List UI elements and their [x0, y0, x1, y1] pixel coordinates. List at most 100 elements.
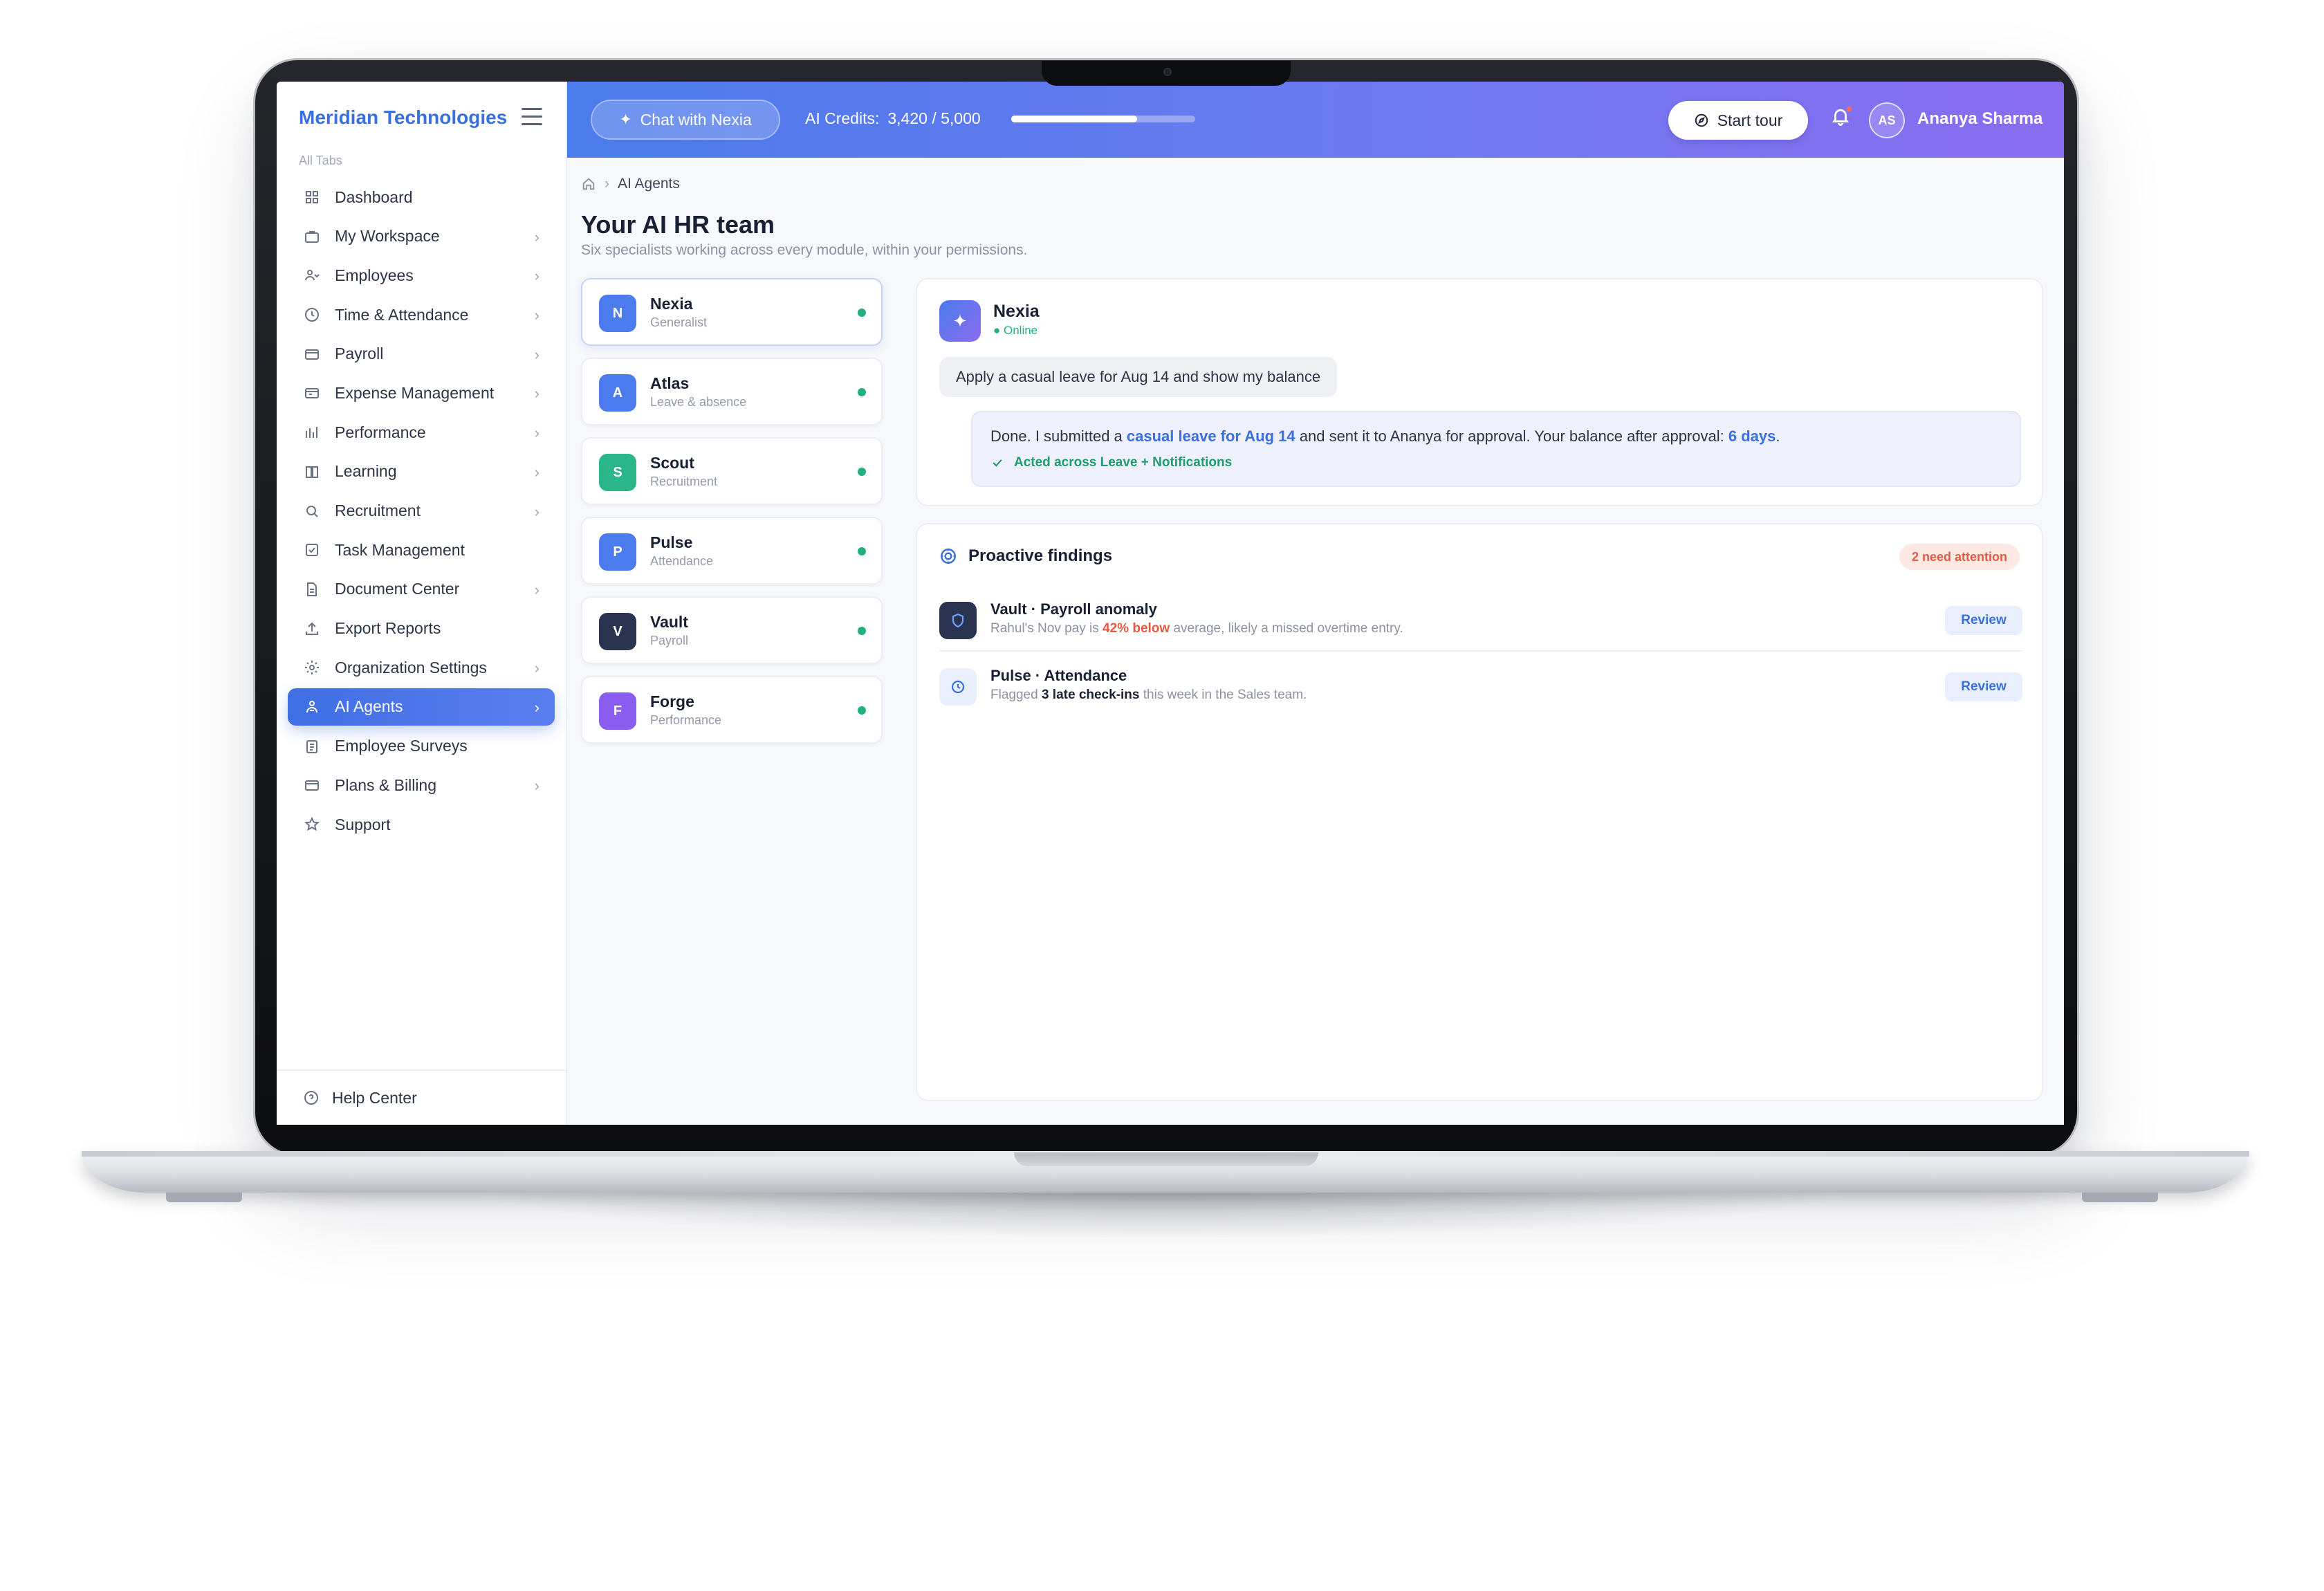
sidebar-item-label: Task Management: [335, 540, 465, 559]
chat-agent-name: Nexia: [993, 302, 1040, 321]
sidebar-item-my-workspace[interactable]: My Workspace ›: [288, 218, 555, 255]
page-subtitle: Six specialists working across every mod…: [581, 242, 1028, 258]
finding-description: Rahul's Nov pay is 42% below average, li…: [990, 621, 1403, 636]
agent-card-vault[interactable]: V Vault Payroll: [581, 596, 883, 664]
sidebar-item-label: Performance: [335, 423, 426, 441]
hamburger-menu-icon[interactable]: [522, 108, 542, 126]
online-status-dot: [858, 706, 866, 715]
agent-name: Pulse: [650, 533, 693, 551]
sidebar-item-label: Employee Surveys: [335, 737, 468, 755]
home-icon[interactable]: [581, 176, 596, 192]
review-button[interactable]: Review: [1945, 606, 2022, 635]
findings-title: Proactive findings: [968, 546, 1113, 565]
sidebar-item-payroll[interactable]: Payroll ›: [288, 335, 555, 373]
laptop-foot-left: [166, 1193, 242, 1202]
reply-meta: Acted across Leave + Notifications: [990, 455, 2002, 470]
sidebar-item-support[interactable]: Support: [288, 806, 555, 843]
online-status-dot: [858, 309, 866, 317]
agent-role: Attendance: [650, 554, 714, 568]
agent-avatar: P: [599, 533, 636, 571]
upload-icon: [303, 620, 321, 638]
sidebar-item-organization-settings[interactable]: Organization Settings ›: [288, 649, 555, 686]
sidebar-item-label: Recruitment: [335, 502, 421, 519]
section-label: All Tabs: [299, 154, 342, 167]
reply-leave-link[interactable]: casual leave for Aug 14: [1127, 427, 1295, 445]
sidebar-item-ai-agents[interactable]: AI Agents ›: [288, 688, 555, 726]
ai-credits: AI Credits: 3,420 / 5,000: [805, 109, 981, 128]
help-center-label: Help Center: [332, 1088, 417, 1107]
agent-card-pulse[interactable]: P Pulse Attendance: [581, 517, 883, 585]
chevron-right-icon: ›: [534, 580, 540, 598]
credit-card-icon: [303, 776, 321, 794]
online-status-dot: [858, 468, 866, 476]
sidebar-item-time-attendance[interactable]: Time & Attendance ›: [288, 296, 555, 333]
sidebar-item-dashboard[interactable]: Dashboard: [288, 178, 555, 216]
finding-description: Flagged 3 late check-ins this week in th…: [990, 688, 1307, 702]
agent-card-scout[interactable]: S Scout Recruitment: [581, 437, 883, 505]
sidebar-item-recruitment[interactable]: Recruitment ›: [288, 493, 555, 530]
agent-name: Nexia: [650, 295, 693, 313]
review-button[interactable]: Review: [1945, 672, 2022, 701]
chevron-right-icon: ›: [534, 659, 540, 677]
finding-row: Pulse · Attendance Flagged 3 late check-…: [939, 663, 2022, 718]
chevron-right-icon: ›: [534, 698, 540, 716]
laptop-base-groove: [1014, 1152, 1318, 1166]
findings-header: Proactive findings: [939, 546, 1112, 566]
chat-with-nexia-button[interactable]: ✦ Chat with Nexia: [591, 100, 780, 140]
credits-progress-bar: [1011, 116, 1195, 122]
sidebar-item-label: Payroll: [335, 344, 384, 363]
sidebar-item-label: My Workspace: [335, 227, 440, 246]
notifications-bell-icon[interactable]: [1830, 105, 1854, 130]
sidebar-item-document-center[interactable]: Document Center ›: [288, 571, 555, 608]
help-circle-icon: [304, 1091, 318, 1105]
brand-name[interactable]: Meridian Technologies: [299, 107, 507, 129]
clipboard-icon: [303, 737, 321, 755]
online-status-dot: [858, 388, 866, 396]
agent-role: Generalist: [650, 315, 708, 329]
camera-icon: [1163, 68, 1172, 76]
agent-card-atlas[interactable]: A Atlas Leave & absence: [581, 358, 883, 425]
sidebar-item-label: Export Reports: [335, 619, 441, 638]
user-message-bubble: Apply a casual leave for Aug 14 and show…: [939, 357, 1338, 397]
sidebar-item-label: AI Agents: [335, 697, 403, 716]
agent-card-forge[interactable]: F Forge Performance: [581, 676, 883, 744]
attention-badge: 2 need attention: [1899, 544, 2020, 570]
breadcrumb-current: AI Agents: [618, 176, 680, 192]
sidebar-item-employees[interactable]: Employees ›: [288, 257, 555, 294]
sidebar-item-export-reports[interactable]: Export Reports: [288, 610, 555, 647]
user-name[interactable]: Ananya Sharma: [1917, 109, 2042, 129]
agent-name: Vault: [650, 613, 688, 631]
sidebar-item-performance[interactable]: Performance ›: [288, 414, 555, 451]
chevron-right-icon: ›: [534, 306, 540, 324]
sidebar-item-plans-billing[interactable]: Plans & Billing ›: [288, 766, 555, 804]
sidebar: Meridian Technologies All Tabs Dashboard…: [277, 82, 567, 1125]
start-tour-button[interactable]: Start tour: [1668, 101, 1808, 140]
sidebar-item-employee-surveys[interactable]: Employee Surveys: [288, 728, 555, 765]
target-icon: [941, 549, 956, 564]
checkbox-icon: [303, 541, 321, 559]
chat-button-label: Chat with Nexia: [640, 110, 752, 129]
agent-card-nexia[interactable]: N Nexia Generalist: [581, 278, 883, 346]
sidebar-item-learning[interactable]: Learning ›: [288, 453, 555, 490]
agent-name: Scout: [650, 454, 694, 472]
clock-icon: [303, 306, 321, 324]
document-icon: [303, 580, 321, 598]
sidebar-item-expense-management[interactable]: Expense Management ›: [288, 374, 555, 412]
sidebar-item-label: Plans & Billing: [335, 775, 437, 794]
help-center-link[interactable]: Help Center: [277, 1069, 566, 1125]
online-status-dot: [858, 547, 866, 555]
finding-row: Vault · Payroll anomaly Rahul's Nov pay …: [939, 596, 2022, 652]
sidebar-item-label: Organization Settings: [335, 658, 487, 677]
sidebar-item-task-management[interactable]: Task Management: [288, 531, 555, 569]
agent-avatar: F: [599, 692, 636, 730]
gear-icon: [303, 659, 321, 677]
agent-avatar: S: [599, 454, 636, 491]
book-icon: [303, 463, 321, 481]
finding-title: Pulse · Attendance: [990, 667, 1127, 684]
clock-icon: [939, 668, 977, 706]
user-avatar[interactable]: AS: [1869, 102, 1905, 138]
notification-dot: [1845, 105, 1853, 113]
credits-label: AI Credits:: [805, 109, 880, 127]
credit-card-icon: [303, 345, 321, 363]
agent-role: Payroll: [650, 634, 689, 647]
